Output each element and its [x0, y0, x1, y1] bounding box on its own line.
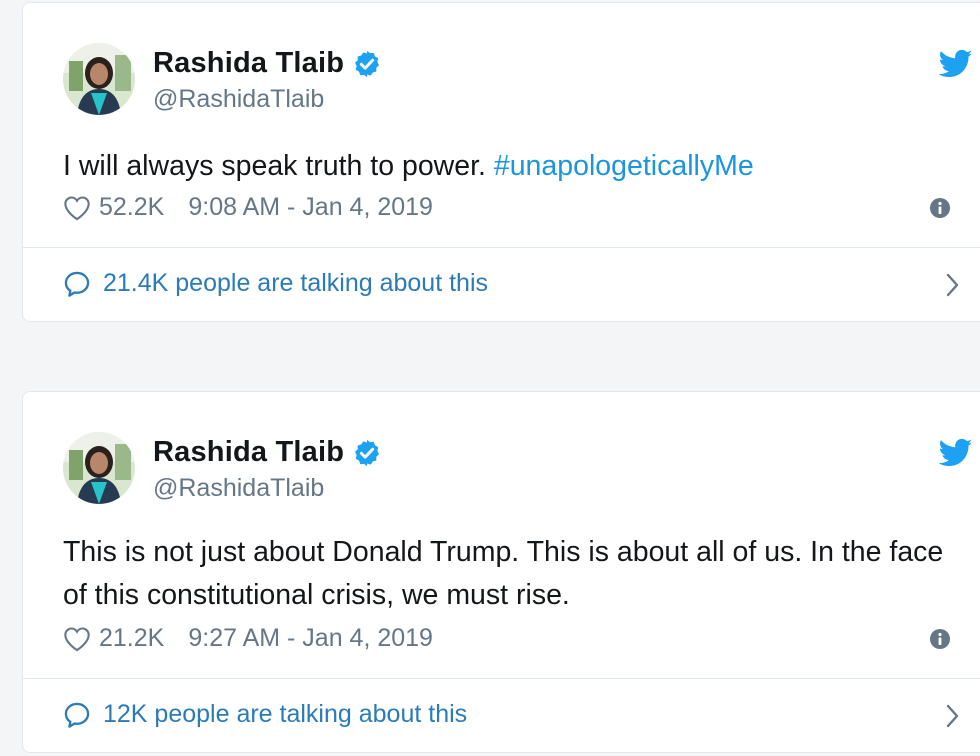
tweet-meta: 52.2K 9:08 AM - Jan 4, 2019: [63, 193, 433, 222]
author-handle[interactable]: @RashidaTlaib: [153, 85, 324, 114]
chevron-right-icon[interactable]: [945, 702, 961, 730]
tweet-text: This is not just about Donald Trump. Thi…: [63, 531, 971, 617]
tweet-card[interactable]: Rashida Tlaib @RashidaTlaib I will alway…: [22, 2, 980, 322]
like-count[interactable]: 21.2K: [99, 624, 164, 653]
tweet-main: Rashida Tlaib @RashidaTlaib This is not …: [23, 392, 980, 679]
conversation-link[interactable]: 21.4K people are talking about this: [63, 269, 961, 298]
author-row[interactable]: Rashida Tlaib: [153, 436, 382, 469]
tweet-text-body: This is not just about Donald Trump. Thi…: [63, 536, 944, 611]
like-count[interactable]: 52.2K: [99, 193, 164, 222]
heart-icon[interactable]: [63, 195, 91, 221]
info-icon[interactable]: [929, 197, 951, 219]
tweet-card[interactable]: Rashida Tlaib @RashidaTlaib This is not …: [22, 391, 980, 753]
speech-bubble-icon: [64, 271, 90, 297]
verified-badge-icon: [355, 439, 380, 466]
tweet-timestamp[interactable]: 9:27 AM - Jan 4, 2019: [188, 624, 433, 653]
divider: [23, 247, 980, 248]
conversation-text[interactable]: 21.4K people are talking about this: [103, 269, 488, 298]
hashtag-link[interactable]: #unapologeticallyMe: [494, 150, 754, 182]
chevron-right-icon[interactable]: [945, 271, 961, 299]
author-row[interactable]: Rashida Tlaib: [153, 47, 382, 80]
avatar[interactable]: [63, 432, 135, 504]
twitter-bird-icon[interactable]: [939, 438, 973, 468]
verified-badge-icon: [355, 50, 380, 77]
tweet-timestamp[interactable]: 9:08 AM - Jan 4, 2019: [188, 193, 433, 222]
info-icon[interactable]: [929, 628, 951, 650]
author-name[interactable]: Rashida Tlaib: [153, 436, 344, 469]
heart-icon[interactable]: [63, 626, 91, 652]
tweet-text: I will always speak truth to power. #una…: [63, 145, 971, 188]
author-name[interactable]: Rashida Tlaib: [153, 47, 344, 80]
tweet-main: Rashida Tlaib @RashidaTlaib I will alway…: [23, 3, 980, 248]
conversation-text[interactable]: 12K people are talking about this: [103, 700, 467, 729]
tweet-meta: 21.2K 9:27 AM - Jan 4, 2019: [63, 624, 433, 653]
twitter-bird-icon[interactable]: [939, 49, 973, 79]
avatar[interactable]: [63, 43, 135, 115]
divider: [23, 678, 980, 679]
embedded-tweets-page: Rashida Tlaib @RashidaTlaib I will alway…: [0, 0, 980, 756]
conversation-link[interactable]: 12K people are talking about this: [63, 700, 961, 729]
author-handle[interactable]: @RashidaTlaib: [153, 474, 324, 503]
tweet-text-body: I will always speak truth to power.: [63, 150, 494, 182]
speech-bubble-icon: [64, 702, 90, 728]
